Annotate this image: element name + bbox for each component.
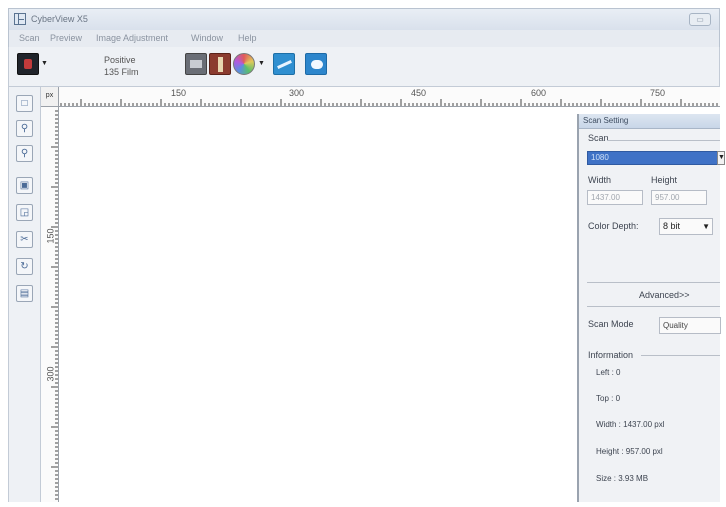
fit-tool[interactable]: ▣ — [16, 177, 33, 194]
left-tool-panel: □ ⚲ ⚲ ▣ ◲ ✂ ↻ ▤ — [8, 87, 41, 502]
color-dropdown-icon[interactable]: ▼ — [258, 60, 265, 67]
ruler-label: 750 — [650, 88, 666, 98]
scan-mode-select[interactable]: Quality — [659, 317, 721, 334]
vertical-ruler: 150 300 — [41, 107, 59, 502]
scan-resolution-dropdown-icon[interactable]: ▼ — [717, 151, 725, 165]
info-height: Height : 957.00 pxl — [596, 447, 663, 456]
film-type-label: Positive 135 Film — [104, 54, 139, 78]
curve-button[interactable] — [273, 53, 295, 75]
save-icon: ▤ — [19, 288, 30, 299]
film-type-line2: 135 Film — [104, 67, 139, 77]
title-bar: CyberView X5 ▭ — [8, 8, 720, 30]
toolbar: ▼ Positive 135 Film ▼ — [8, 47, 720, 87]
zoom-in-icon: ⚲ — [20, 123, 29, 134]
cut-tool[interactable]: ✂ — [16, 231, 33, 248]
scan-setting-panel: Scan Setting Scan 1080 ▼ Width Height 14… — [577, 114, 725, 502]
ruler-label: 600 — [531, 88, 547, 98]
close-button[interactable]: ▭ — [689, 13, 711, 26]
color-depth-select[interactable]: 8 bit ▼ — [659, 218, 713, 235]
panel-title: Scan Setting — [579, 114, 720, 129]
menu-image-adjustment[interactable]: Image Adjustment — [96, 33, 168, 43]
preview-canvas[interactable] — [59, 107, 577, 502]
scissors-icon: ✂ — [20, 234, 29, 245]
scan-resolution-select[interactable]: 1080 — [587, 151, 722, 165]
save-tool[interactable]: ▤ — [16, 285, 33, 302]
preview-icon — [190, 60, 202, 68]
menu-preview[interactable]: Preview — [50, 33, 82, 43]
chevron-down-icon: ▼ — [702, 222, 710, 231]
width-label: Width — [588, 175, 612, 185]
info-size: Size : 3.93 MB — [596, 474, 649, 483]
info-left: Left : 0 — [596, 368, 621, 377]
information-label: Information — [588, 350, 634, 360]
menu-window[interactable]: Window — [191, 33, 223, 43]
rectangle-icon: □ — [21, 98, 28, 109]
scanner-button[interactable] — [17, 53, 39, 75]
menu-bar: Scan Preview Image Adjustment Window Hel… — [8, 30, 720, 47]
crop-tool[interactable]: ◲ — [16, 204, 33, 221]
zoom-out-tool[interactable]: ⚲ — [16, 145, 33, 162]
scan-mode-label: Scan Mode — [588, 319, 634, 329]
vertical-ruler-ticks — [51, 110, 58, 500]
horizontal-ruler-ticks — [60, 99, 718, 106]
menu-scan[interactable]: Scan — [19, 33, 40, 43]
ruler-label: 150 — [45, 228, 56, 244]
rotate-icon: ↻ — [20, 261, 29, 272]
ruler-label: 450 — [411, 88, 427, 98]
info-top: Top : 0 — [596, 394, 621, 403]
fit-icon: ▣ — [19, 180, 30, 191]
curve-icon — [277, 59, 292, 70]
horizontal-ruler: 150 300 450 600 750 — [41, 87, 720, 107]
info-width: Width : 1437.00 pxl — [596, 420, 665, 429]
scanner-icon — [24, 59, 32, 69]
crop-icon: ◲ — [19, 207, 30, 218]
color-depth-value: 8 bit — [663, 221, 681, 231]
film-strip-icon — [218, 57, 223, 72]
ruler-label: 300 — [289, 88, 305, 98]
film-strip-button[interactable] — [209, 53, 231, 75]
ruler-unit[interactable]: px — [41, 87, 59, 107]
zoom-in-tool[interactable]: ⚲ — [16, 120, 33, 137]
zoom-out-icon: ⚲ — [20, 148, 29, 159]
app-icon — [14, 13, 26, 25]
color-depth-label: Color Depth: — [588, 221, 639, 231]
width-field[interactable]: 1437.00 — [587, 190, 643, 205]
advanced-button[interactable]: Advanced>> — [639, 290, 690, 300]
window-title: CyberView X5 — [31, 14, 88, 24]
ruler-label: 150 — [171, 88, 187, 98]
preview-button[interactable] — [185, 53, 207, 75]
scan-group-label: Scan — [588, 133, 609, 143]
scanner-dropdown-icon[interactable]: ▼ — [41, 60, 48, 67]
menu-help[interactable]: Help — [238, 33, 257, 43]
select-tool[interactable]: □ — [16, 95, 33, 112]
ruler-label: 300 — [45, 366, 56, 382]
film-type-line1: Positive — [104, 55, 136, 65]
color-adjust-button[interactable] — [233, 53, 255, 75]
height-field[interactable]: 957.00 — [651, 190, 707, 205]
rotate-tool[interactable]: ↻ — [16, 258, 33, 275]
height-label: Height — [651, 175, 678, 185]
dust-removal-button[interactable] — [305, 53, 327, 75]
cloud-icon — [311, 60, 323, 69]
